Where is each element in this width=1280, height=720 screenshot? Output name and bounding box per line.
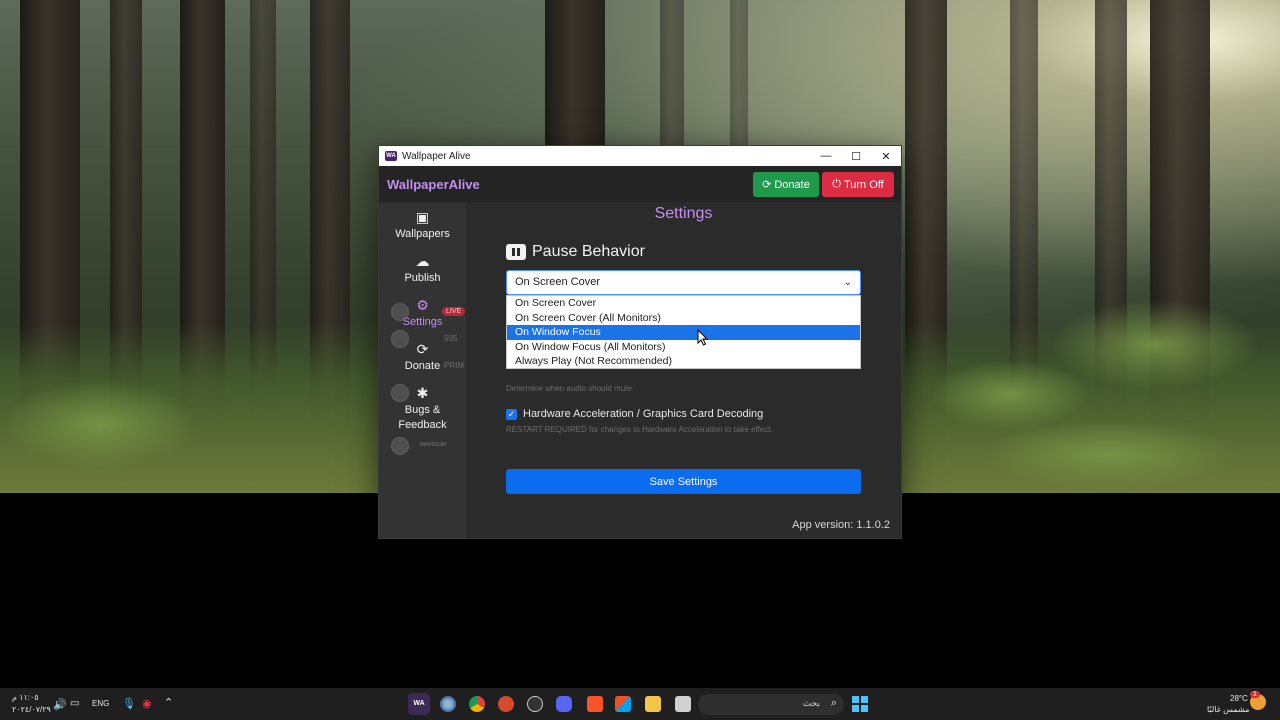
hw-accel-hint: RESTART REQUIRED for changes to Hardware… [506, 425, 773, 434]
maximize-button[interactable]: ☐ [841, 146, 871, 166]
dropdown-option-highlighted[interactable]: On Window Focus [507, 325, 860, 340]
settings-panel: Settings Pause Behavior On Screen Cover … [466, 203, 901, 538]
overlay-count: 505 [444, 334, 458, 343]
settings-taskbar-icon[interactable] [440, 696, 456, 712]
image-icon: ▣ [415, 209, 430, 225]
tray-expand-icon[interactable]: ⌃ [164, 696, 173, 709]
donate-button[interactable]: ⟳ Donate [753, 172, 819, 197]
page-title: Settings [654, 205, 713, 222]
dropdown-option[interactable]: Always Play (Not Recommended) [507, 354, 860, 369]
search-placeholder: بحث [802, 698, 820, 708]
close-button[interactable]: ✕ [871, 146, 901, 166]
sidebar: ▣ Wallpapers ☁ Publish ⚙ Settings ⟳ Dona… [379, 203, 466, 538]
overlay-avatar [391, 384, 409, 402]
power-icon: ⏻ [832, 178, 841, 190]
overlay-avatar [391, 330, 409, 348]
sidebar-item-wallpapers[interactable]: ▣ Wallpapers [379, 209, 466, 242]
turn-off-button[interactable]: ⏻ Turn Off [822, 172, 894, 197]
weather-desc[interactable]: مشمس غالبًا [1207, 705, 1249, 714]
hw-accel-row[interactable]: ✓ Hardware Acceleration / Graphics Card … [506, 408, 763, 420]
sidebar-item-label: Donate [404, 360, 441, 372]
sidebar-item-label-2: Feedback [398, 419, 447, 431]
pause-behavior-value: On Screen Cover [515, 276, 600, 288]
taskbar-search[interactable]: بحث ⌕ [698, 694, 844, 715]
search-icon: ⌕ [830, 697, 837, 709]
clock-time[interactable]: ١١:٠٥ م [12, 693, 39, 702]
discord-taskbar-icon[interactable] [556, 696, 572, 712]
app-header: WallpaperAlive ⟳ Donate ⏻ Turn Off [379, 166, 901, 202]
task-view-taskbar-icon[interactable] [675, 696, 691, 712]
clock-date[interactable]: ٢٠٢٤/٠٧/٢٩ [12, 705, 51, 714]
dropdown-option[interactable]: On Screen Cover [507, 296, 860, 311]
obs-taskbar-icon[interactable] [527, 696, 543, 712]
chevron-down-icon: ⌄ [843, 277, 852, 288]
network-icon[interactable]: ▭ [70, 698, 79, 709]
sidebar-item-label: Publish [404, 272, 441, 284]
sidebar-item-publish[interactable]: ☁ Publish [379, 253, 466, 286]
live-badge: LIVE [442, 307, 466, 316]
minimize-button[interactable]: — [811, 146, 841, 166]
language-indicator[interactable]: ENG [92, 699, 109, 708]
pause-behavior-label: Pause Behavior [532, 243, 645, 260]
app-taskbar-icon[interactable] [498, 696, 514, 712]
sidebar-item-label: Wallpapers [395, 228, 450, 240]
pause-icon [506, 244, 526, 260]
sidebar-item-label: Bugs & [404, 404, 441, 416]
dropdown-option[interactable]: On Screen Cover (All Monitors) [507, 311, 860, 326]
app-version: App version: 1.1.0.2 [792, 519, 890, 531]
wallpaper-alive-taskbar-icon[interactable]: WA [408, 693, 430, 715]
chrome-taskbar-icon[interactable] [469, 696, 485, 712]
sidebar-item-label: Settings [402, 316, 443, 328]
taskbar: ١١:٠٥ م ٢٠٢٤/٠٧/٢٩ 🔊 ▭ ENG 🎙 ◉ ⌃ 28°C مش… [0, 688, 1280, 720]
turn-off-button-label: Turn Off [843, 178, 884, 191]
overlay-prime: PRIM [444, 361, 464, 370]
overlay-avatar [391, 303, 409, 321]
speaker-icon[interactable]: 🔊 [53, 698, 67, 711]
donate-button-label: Donate [774, 178, 810, 191]
app-logo-icon: WA [385, 151, 397, 161]
hw-accel-label: Hardware Acceleration / Graphics Card De… [523, 408, 764, 420]
hw-accel-checkbox[interactable]: ✓ [506, 408, 517, 420]
start-button[interactable] [852, 696, 868, 712]
store-taskbar-icon[interactable] [615, 696, 631, 712]
overlay-avatar [391, 437, 409, 455]
pause-behavior-heading: Pause Behavior [506, 243, 645, 261]
pause-behavior-dropdown-list: On Screen Cover On Screen Cover (All Mon… [506, 295, 861, 369]
file-explorer-taskbar-icon[interactable] [645, 696, 661, 712]
weather-badge: 1 [1250, 691, 1260, 698]
brave-taskbar-icon[interactable] [587, 696, 603, 712]
cloud-upload-icon: ☁ [415, 253, 430, 269]
desktop: WA Wallpaper Alive — ☐ ✕ WallpaperAlive … [0, 0, 1280, 720]
audio-hint: Determine when audio should mute. [506, 384, 635, 393]
tray-app-icon[interactable]: ◉ [142, 697, 152, 710]
save-settings-button[interactable]: Save Settings [506, 469, 861, 494]
pause-behavior-select[interactable]: On Screen Cover ⌄ [506, 270, 861, 295]
title-bar[interactable]: WA Wallpaper Alive — ☐ ✕ [379, 146, 901, 166]
brand-title: WallpaperAlive [387, 176, 480, 192]
microphone-icon[interactable]: 🎙 [122, 697, 136, 710]
donate-icon: ⟳ [762, 179, 772, 191]
window-title: Wallpaper Alive [402, 150, 471, 162]
weather-temp[interactable]: 28°C [1230, 694, 1248, 703]
dropdown-option[interactable]: On Window Focus (All Monitors) [507, 340, 860, 355]
mouse-cursor-icon [697, 329, 709, 346]
overlay-user: MANSOR [420, 442, 447, 448]
